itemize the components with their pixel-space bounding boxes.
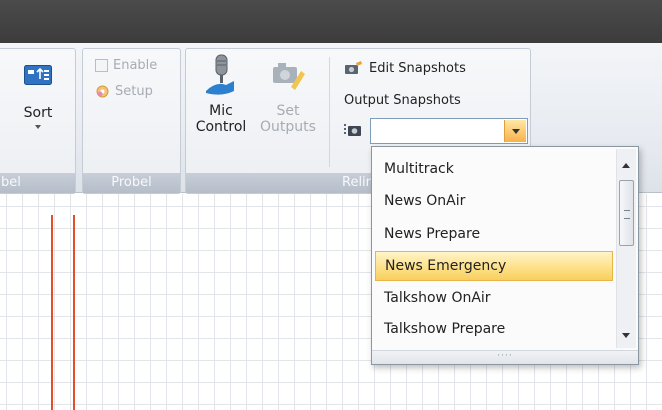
- set-outputs-label-line2: Outputs: [260, 119, 316, 135]
- output-snapshots-label: Output Snapshots: [344, 92, 461, 108]
- scroll-down-arrow-icon[interactable]: [622, 333, 630, 338]
- sort-label: Sort: [23, 105, 53, 121]
- sort-icon: [24, 65, 52, 85]
- checkbox-icon[interactable]: [95, 58, 108, 72]
- grid-marker-line: [73, 215, 75, 410]
- setup-label: Setup: [115, 83, 153, 99]
- group-separator: [329, 57, 330, 167]
- setup-button[interactable]: Setup: [95, 81, 153, 101]
- list-item[interactable]: News Prepare: [375, 219, 613, 249]
- group-label-probel-partial: bel: [0, 173, 75, 193]
- set-outputs-button[interactable]: Set Outputs: [250, 53, 326, 135]
- combo-dropdown-arrow-icon[interactable]: [504, 120, 526, 142]
- list-item-selected[interactable]: News Emergency: [375, 251, 613, 281]
- mic-control-button[interactable]: Mic Control: [192, 53, 250, 135]
- edit-snapshots-button[interactable]: Edit Snapshots: [344, 58, 466, 78]
- camera-icon: [344, 123, 362, 137]
- sort-button[interactable]: Sort: [15, 65, 61, 129]
- set-outputs-label-line1: Set: [276, 103, 300, 119]
- list-item[interactable]: Multitrack: [375, 154, 613, 184]
- ribbon-group-probel-partial: Sort bel: [0, 48, 76, 194]
- chevron-down-icon: [35, 125, 41, 129]
- title-bar: [0, 0, 662, 43]
- mic-control-label-line2: Control: [195, 119, 247, 135]
- output-snapshots-label-row: Output Snapshots: [344, 90, 461, 110]
- group-label-probel: Probel: [83, 173, 180, 193]
- scroll-up-arrow-icon[interactable]: [622, 163, 630, 168]
- ribbon-group-probel: Enable Setup Probel: [82, 48, 181, 194]
- dropdown-scrollbar[interactable]: [616, 149, 636, 348]
- enable-label: Enable: [113, 57, 158, 73]
- list-item[interactable]: News OnAir: [375, 186, 613, 216]
- enable-checkbox-row[interactable]: Enable: [95, 55, 157, 75]
- scrollbar-thumb[interactable]: [619, 180, 634, 246]
- camera-arrow-icon: [269, 53, 307, 97]
- snapshot-dropdown-list: Multitrack News OnAir News Prepare News …: [371, 146, 639, 365]
- camera-edit-icon: [344, 60, 364, 76]
- gear-icon: [95, 84, 110, 99]
- edit-snapshots-label: Edit Snapshots: [369, 60, 466, 76]
- microphone-icon: [204, 53, 238, 97]
- output-snapshots-combobox[interactable]: [370, 118, 528, 144]
- snapshot-selector-icon-row: [344, 120, 362, 140]
- list-item[interactable]: Talkshow Prepare: [375, 314, 613, 344]
- grid-marker-line: [51, 215, 53, 410]
- mic-control-label-line1: Mic: [209, 103, 233, 119]
- list-item[interactable]: Talkshow OnAir: [375, 283, 613, 313]
- resize-grip[interactable]: ····: [372, 350, 638, 364]
